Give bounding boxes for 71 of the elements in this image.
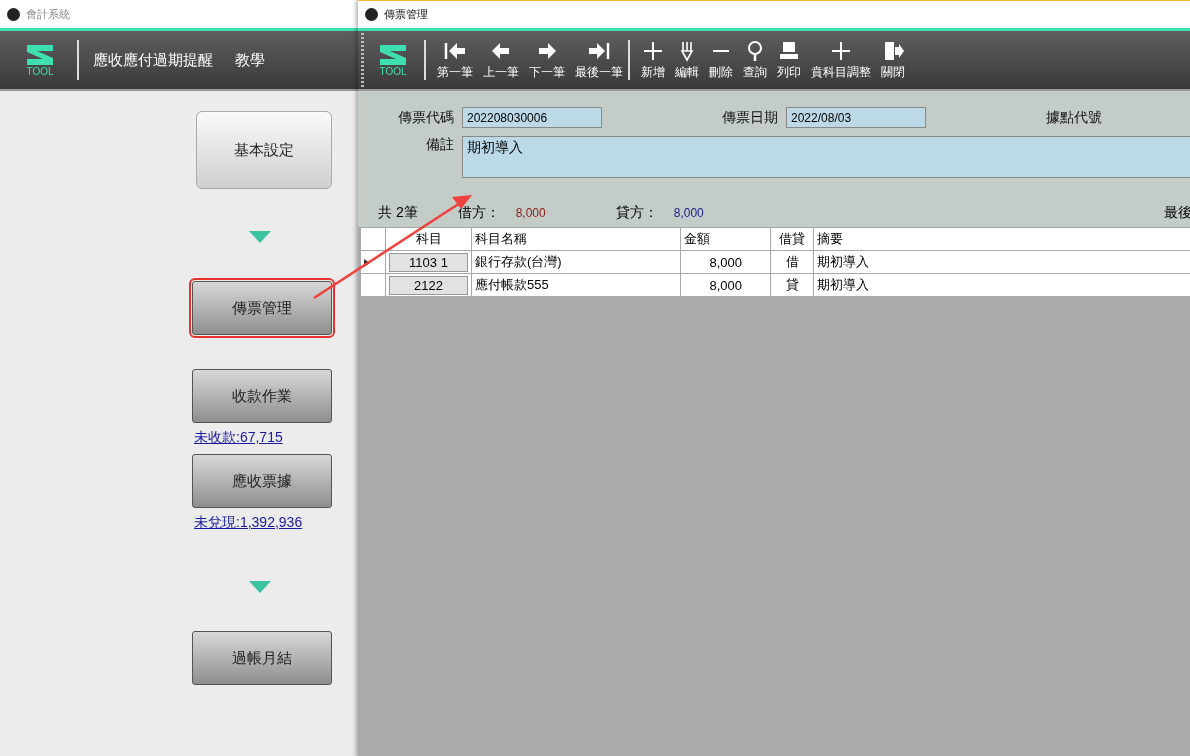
toolbar-button[interactable]: 上一筆	[478, 39, 524, 81]
account-cell[interactable]: 2122	[389, 275, 468, 295]
toolbar-grip[interactable]	[361, 33, 364, 87]
flow-button[interactable]: 應收票據	[192, 454, 332, 508]
table-cell: 借	[785, 254, 799, 269]
column-header[interactable]: 摘要	[813, 227, 1190, 251]
account-cell[interactable]: 1103 1	[389, 252, 468, 272]
logo-icon	[378, 43, 408, 67]
toolbar-button[interactable]: 編輯	[670, 39, 704, 81]
next-icon	[539, 42, 556, 59]
remark-field[interactable]: 期初導入	[462, 136, 1190, 178]
window-title: 傳票管理	[384, 7, 428, 22]
prev-icon	[492, 42, 509, 59]
debit-label: 借方：	[457, 204, 500, 222]
plus-icon	[831, 40, 851, 61]
toolbar-button[interactable]: 新增	[636, 39, 670, 81]
toolbar-button[interactable]: 第一筆	[432, 39, 478, 81]
toolbar-button[interactable]: 刪除	[704, 39, 738, 81]
flow-button[interactable]: 基本設定	[196, 111, 332, 189]
table-cell: 期初導入	[817, 277, 869, 292]
toolbar-button[interactable]: 最後一筆	[570, 39, 628, 81]
search-icon	[748, 40, 762, 61]
toolbar-button[interactable]: 列印	[772, 39, 806, 81]
text-field[interactable]: 202208030006	[462, 107, 602, 128]
toolbar-button[interactable]: 賁科目調整	[806, 39, 876, 81]
credit-total: 8,000	[673, 206, 704, 220]
status-link[interactable]: 未兌現:1,392,936	[194, 514, 303, 532]
logo-icon	[25, 43, 55, 67]
toolbar-button[interactable]: 關閉	[876, 39, 910, 81]
field-label: 傳票日期	[722, 108, 778, 127]
print-icon	[780, 41, 798, 59]
toolbar-button[interactable]: 下一筆	[524, 39, 570, 81]
table-row[interactable]: 1103 1 銀行存款(台灣) 8,000 借 期初導入	[360, 250, 1190, 274]
table-cell: 銀行存款(台灣)	[475, 254, 562, 269]
flow-button[interactable]: 收款作業	[192, 369, 332, 423]
column-header[interactable]: 金額	[680, 227, 771, 251]
debit-total: 8,000	[515, 206, 546, 220]
app-icon	[7, 7, 20, 21]
menu-item[interactable]: 應收應付過期提醒	[85, 50, 221, 70]
flow-button[interactable]: 傳票管理	[192, 281, 332, 335]
record-count: 共 2筆	[378, 204, 418, 222]
window-title: 會計系統	[26, 6, 70, 22]
table-row[interactable]: 2122 應付帳款555 8,000 貸 期初導入	[360, 273, 1190, 297]
column-header[interactable]: 科目名稱	[471, 227, 681, 251]
logo: TOOL	[25, 43, 55, 77]
field-label: 備註	[426, 136, 454, 154]
table-cell: 貸	[785, 277, 799, 292]
plus-icon	[643, 40, 663, 61]
text-field[interactable]: 2022/08/03	[786, 107, 926, 128]
table-cell: 8,000	[709, 254, 742, 270]
pen-icon	[681, 40, 694, 61]
table-cell: 期初導入	[817, 254, 869, 269]
column-header[interactable]: 借貸	[770, 227, 814, 251]
field-label: 傳票代碼	[398, 108, 454, 127]
toolbar-button[interactable]: 查詢	[738, 39, 772, 81]
triangle-icon	[249, 231, 271, 243]
triangle-icon	[249, 581, 271, 593]
credit-label: 貸方：	[615, 204, 658, 222]
menu-item[interactable]: 教學	[227, 50, 273, 70]
table-cell: 應付帳款555	[475, 277, 549, 292]
flow-button[interactable]: 過帳月結	[192, 631, 332, 685]
table-cell: 8,000	[709, 277, 742, 293]
app-icon	[365, 8, 378, 21]
column-header[interactable]: 科目	[385, 227, 472, 251]
first-icon	[444, 42, 465, 59]
field-label: 據點代號	[1046, 108, 1102, 127]
exit-icon	[885, 41, 904, 60]
logo: TOOL	[378, 43, 408, 77]
last-icon	[589, 42, 610, 59]
status-link[interactable]: 未收款:67,715	[194, 429, 283, 447]
minus-icon	[712, 49, 730, 52]
